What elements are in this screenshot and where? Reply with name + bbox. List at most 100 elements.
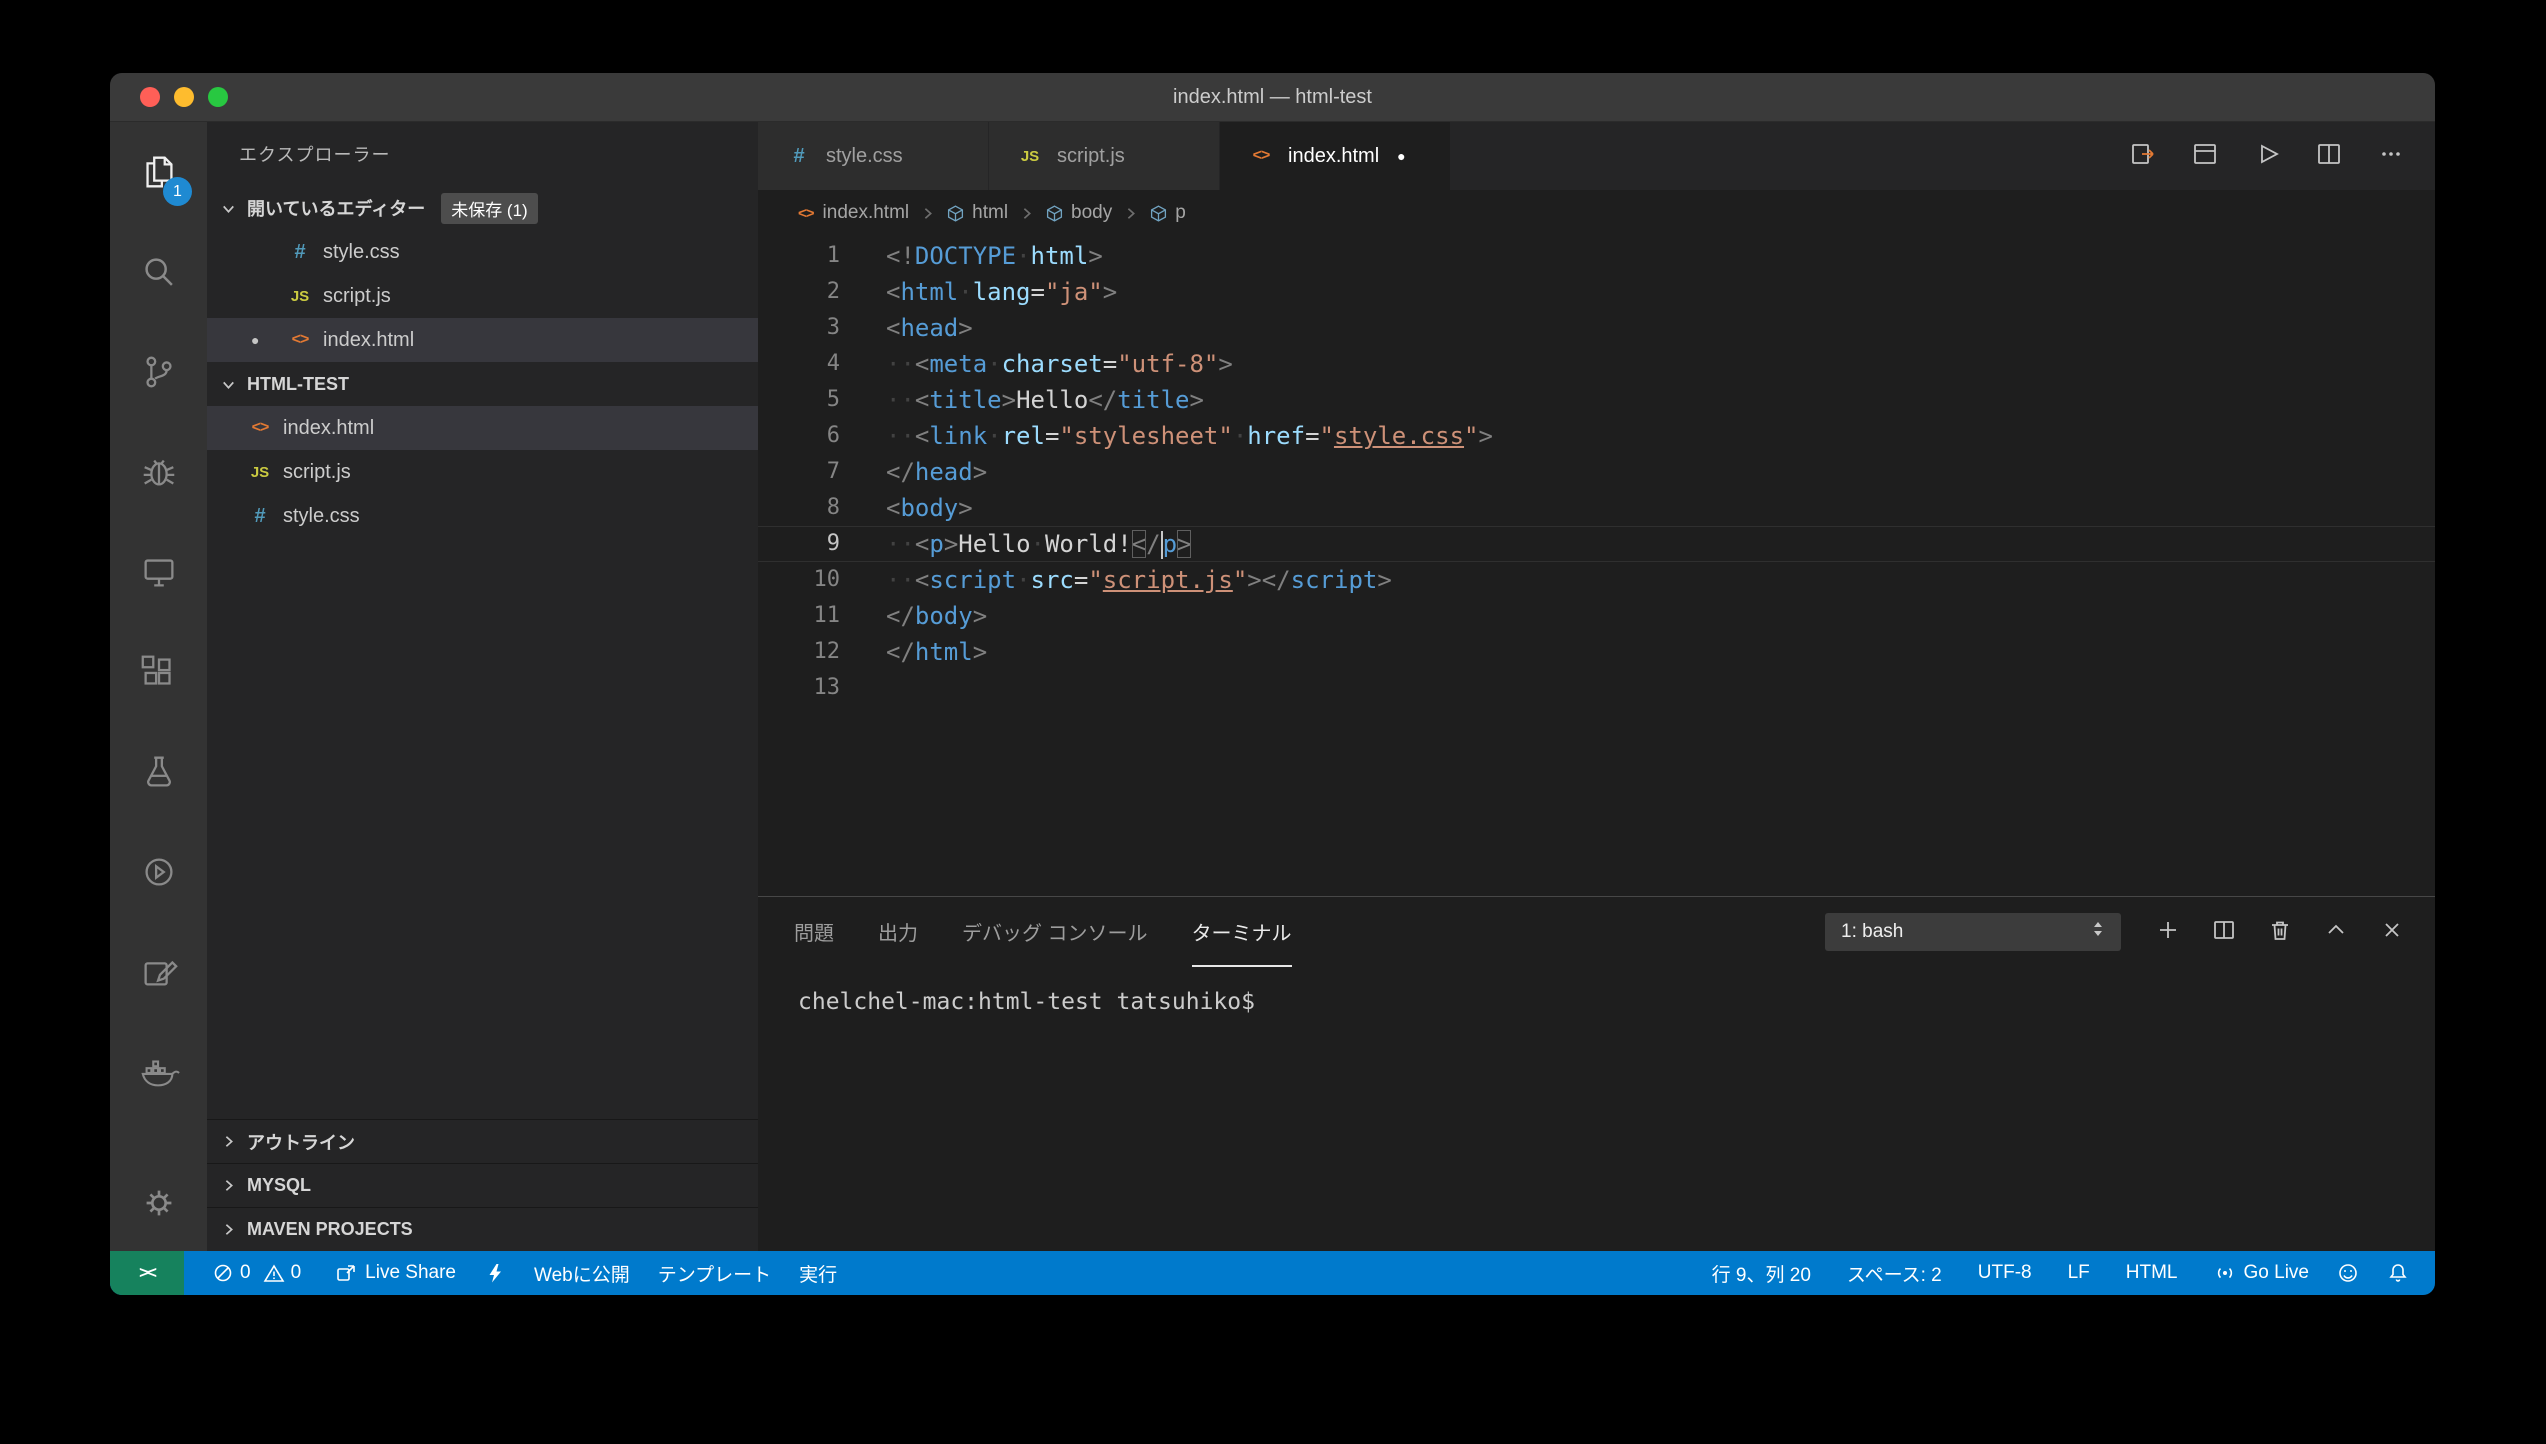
bolt-icon (484, 1262, 506, 1284)
activity-live-share[interactable] (110, 822, 207, 922)
editor-tab[interactable]: #style.css (758, 122, 988, 190)
publish-status[interactable]: Webに公開 (534, 1260, 630, 1287)
code-token: link (929, 422, 987, 450)
tab-bar: #style.cssJSscript.js<>index.html● (758, 122, 2435, 190)
editor-tab[interactable]: <>index.html● (1220, 122, 1450, 190)
code-line: 13 (758, 670, 2435, 706)
open-editors-header[interactable]: 開いているエディター 未保存 (1) (207, 186, 758, 230)
code-token: = (1305, 422, 1319, 450)
activity-docker[interactable] (110, 1022, 207, 1122)
eol-status[interactable]: LF (2068, 1262, 2090, 1284)
editor-group: #style.cssJSscript.js<>index.html● <>ind… (758, 122, 2435, 1251)
open-preview-icon[interactable] (2129, 140, 2157, 173)
code-token: / (1146, 530, 1160, 558)
split-terminal-icon[interactable] (2211, 917, 2237, 948)
close-window-button[interactable] (140, 87, 160, 107)
broadcast-icon (2214, 1262, 2236, 1284)
tree-item[interactable]: <>index.html (207, 406, 758, 450)
code-token: "stylesheet" (1059, 422, 1232, 450)
sidebar-section-header[interactable]: MYSQL (207, 1163, 758, 1207)
error-icon (212, 1262, 234, 1284)
workspace-header[interactable]: HTML-TEST (207, 362, 758, 406)
feedback-status[interactable] (2337, 1262, 2359, 1284)
split-editor-icon[interactable] (2315, 140, 2343, 173)
title-bar[interactable]: index.html — html-test (110, 73, 2435, 122)
tree-item[interactable]: JSscript.js (207, 450, 758, 494)
bolt-status[interactable] (484, 1262, 506, 1284)
maximize-panel-icon[interactable] (2323, 917, 2349, 948)
open-editor-item[interactable]: JSscript.js (207, 274, 758, 318)
run-icon[interactable] (2253, 140, 2281, 173)
code-token: ·· (886, 530, 915, 558)
code-line: 3<head> (758, 310, 2435, 346)
modified-dot-icon: ● (251, 332, 285, 348)
activity-settings[interactable] (110, 1155, 207, 1251)
editor-layout-icon[interactable] (2191, 140, 2219, 173)
activity-search[interactable] (110, 222, 207, 322)
remote-indicator[interactable]: >< (110, 1251, 184, 1295)
live-share-status[interactable]: Live Share (335, 1262, 456, 1284)
breadcrumb-item[interactable]: html (946, 202, 1008, 224)
panel-tab[interactable]: 問題 (794, 897, 834, 967)
tree-item[interactable]: #style.css (207, 494, 758, 538)
sidebar-section-header[interactable]: アウトライン (207, 1119, 758, 1163)
activity-source-control[interactable] (110, 322, 207, 422)
open-editor-item[interactable]: ●<>index.html (207, 318, 758, 362)
chevron-right-icon (217, 1175, 239, 1197)
more-actions-icon[interactable] (2377, 140, 2405, 173)
activity-debug[interactable] (110, 422, 207, 522)
activity-edit-session[interactable] (110, 922, 207, 1022)
close-panel-icon[interactable] (2379, 917, 2405, 948)
breadcrumb-separator-icon (1122, 205, 1139, 222)
open-editor-item[interactable]: #style.css (207, 230, 758, 274)
code-token: > (1247, 566, 1261, 594)
sidebar-section-header[interactable]: MAVEN PROJECTS (207, 1207, 758, 1251)
activity-extensions[interactable] (110, 622, 207, 722)
warning-count: 0 (291, 1262, 302, 1284)
line-number: 12 (758, 634, 840, 670)
code-token: > (1377, 566, 1391, 594)
code-token: "ja" (1045, 278, 1103, 306)
minimize-window-button[interactable] (174, 87, 194, 107)
notifications-status[interactable] (2387, 1262, 2409, 1284)
code-token: body (900, 494, 958, 522)
go-live-status[interactable]: Go Live (2214, 1262, 2309, 1284)
run-status[interactable]: 実行 (799, 1260, 837, 1287)
code-token: < (915, 566, 929, 594)
line-number: 3 (758, 310, 840, 346)
editor[interactable]: 1<!DOCTYPE·html>2<html·lang="ja">3<head>… (758, 236, 2435, 896)
html-file-icon: <> (798, 205, 814, 222)
language-status[interactable]: HTML (2126, 1262, 2178, 1284)
terminal[interactable]: chelchel-mac:html-test tatsuhiko$ (758, 967, 2435, 1251)
editor-tab[interactable]: JSscript.js (989, 122, 1219, 190)
css-file-icon: # (784, 145, 814, 168)
activity-test-explorer[interactable] (110, 722, 207, 822)
breadcrumb-item[interactable]: <>index.html (798, 202, 909, 224)
terminal-select[interactable]: 1: bash (1825, 913, 2121, 951)
line-number: 5 (758, 382, 840, 418)
code-token: Hello (958, 530, 1030, 558)
extensions-icon (138, 651, 180, 693)
panel-tab[interactable]: 出力 (878, 897, 918, 967)
code-token: > (958, 314, 972, 342)
html-file-icon: <> (285, 331, 315, 349)
indentation-status[interactable]: スペース: 2 (1847, 1260, 1942, 1287)
encoding-status[interactable]: UTF-8 (1978, 1262, 2032, 1284)
kill-terminal-icon[interactable] (2267, 917, 2293, 948)
cursor-position-status[interactable]: 行 9、列 20 (1712, 1260, 1811, 1287)
problems-status[interactable]: 0 0 (212, 1262, 307, 1284)
code-token: meta (929, 350, 987, 378)
breadcrumb-item[interactable]: p (1149, 202, 1186, 224)
docker-icon (138, 1051, 180, 1093)
panel: 問題出力デバッグ コンソールターミナル 1: bash (758, 896, 2435, 1251)
new-terminal-icon[interactable] (2155, 917, 2181, 948)
zoom-window-button[interactable] (208, 87, 228, 107)
activity-remote-explorer[interactable] (110, 522, 207, 622)
activity-explorer[interactable]: 1 (110, 122, 207, 222)
code-token: ·· (886, 350, 915, 378)
code-token: script (1291, 566, 1378, 594)
panel-tab[interactable]: ターミナル (1192, 897, 1292, 967)
template-status[interactable]: テンプレート (658, 1260, 771, 1287)
panel-tab[interactable]: デバッグ コンソール (962, 897, 1148, 967)
breadcrumb-item[interactable]: body (1045, 202, 1112, 224)
